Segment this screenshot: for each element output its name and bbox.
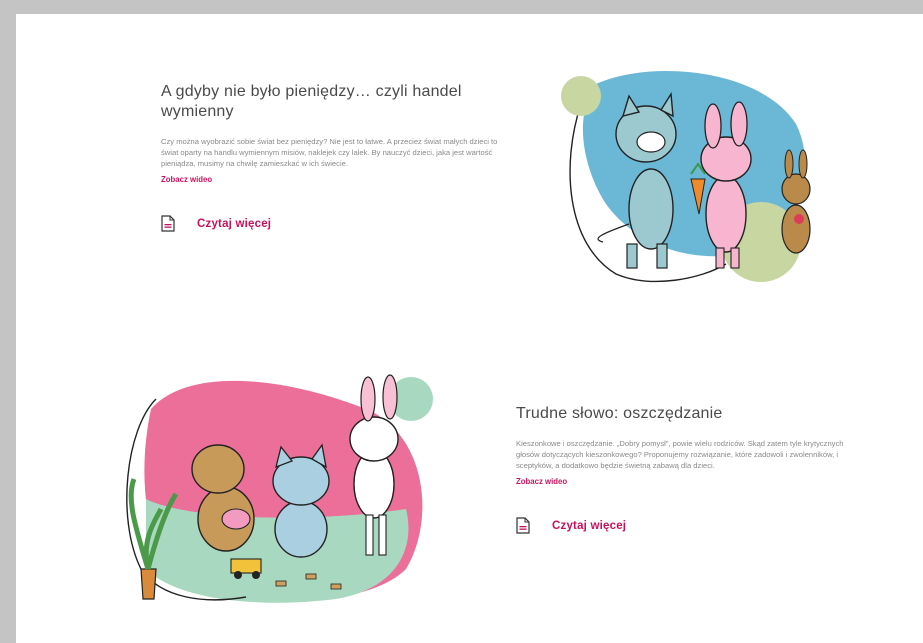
- saving-illustration: [126, 374, 433, 603]
- article-description: Kieszonkowe i oszczędzanie. „Dobry pomys…: [516, 439, 844, 470]
- read-more-button[interactable]: Czytaj więcej: [516, 517, 866, 534]
- article-saving: Trudne słowo: oszczędzanie Kieszonkowe i…: [516, 404, 866, 534]
- barter-illustration: [561, 71, 811, 283]
- document-icon: [161, 215, 175, 232]
- article-title: Trudne słowo: oszczędzanie: [516, 405, 723, 422]
- read-more-label: Czytaj więcej: [197, 217, 272, 230]
- article-description: Czy można wyobrazić sobie świat bez pien…: [161, 137, 498, 168]
- watch-video-link[interactable]: Zobacz wideo: [516, 477, 567, 486]
- read-more-button[interactable]: Czytaj więcej: [161, 215, 501, 232]
- article-title: A gdyby nie było pieniędzy… czyli handel…: [161, 83, 462, 120]
- watch-video-link[interactable]: Zobacz wideo: [161, 175, 212, 184]
- read-more-label: Czytaj więcej: [552, 519, 627, 532]
- document-icon: [516, 517, 530, 534]
- article-barter: A gdyby nie było pieniędzy… czyli handel…: [161, 82, 501, 232]
- page-content: A gdyby nie było pieniędzy… czyli handel…: [16, 14, 923, 643]
